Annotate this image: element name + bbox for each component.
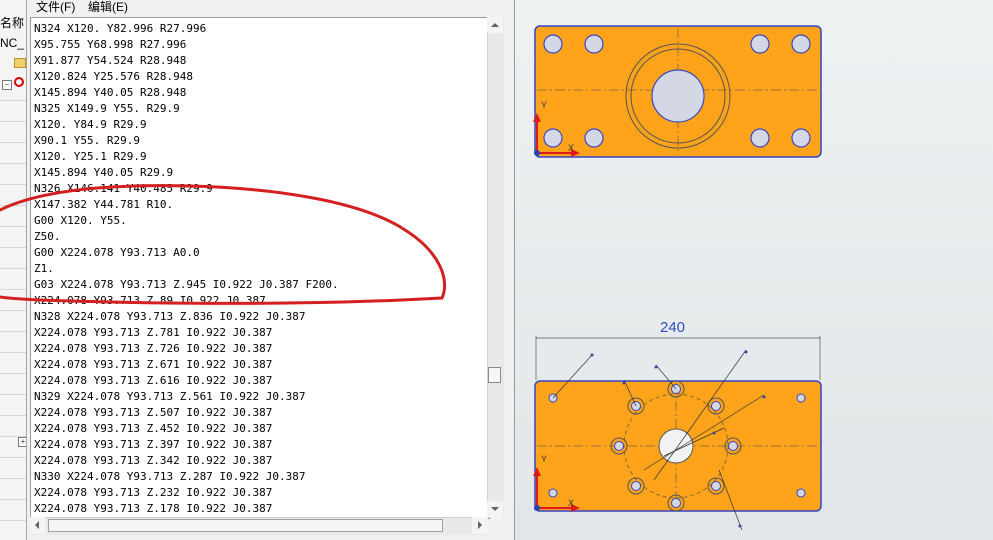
bottom-axis-x-label: X xyxy=(568,498,574,508)
top-axis-x-label: X xyxy=(568,143,574,153)
vertical-scroll-thumb[interactable] xyxy=(488,367,501,383)
folder-icon[interactable] xyxy=(14,58,26,68)
error-icon xyxy=(14,77,24,87)
arrow-up-icon xyxy=(491,23,499,27)
code-line[interactable]: X224.078 Y93.713 Z.781 I0.922 J0.387 xyxy=(34,325,339,341)
leader-marker xyxy=(762,395,766,399)
top-hole xyxy=(584,128,604,148)
cad-drawing: Y X 240 Y X xyxy=(533,25,822,531)
code-line[interactable]: X120.824 Y25.576 R28.948 xyxy=(34,69,339,85)
code-line[interactable]: N330 X224.078 Y93.713 Z.287 I0.922 J0.38… xyxy=(34,469,339,485)
tree-row-divider xyxy=(0,100,26,101)
leader-marker xyxy=(622,381,626,385)
arrow-left-icon xyxy=(35,521,39,529)
corner-hole xyxy=(796,393,806,403)
bottom-part-view[interactable]: 240 Y X xyxy=(533,319,822,531)
scribble-path xyxy=(0,184,447,305)
code-line[interactable]: X120. Y25.1 R29.9 xyxy=(34,149,339,165)
collapse-icon[interactable]: − xyxy=(2,80,12,90)
top-hole xyxy=(750,34,770,54)
bolt-hole xyxy=(671,498,681,508)
tree-row-divider xyxy=(0,394,26,395)
arrow-right-icon xyxy=(478,521,482,529)
leader-marker xyxy=(590,353,594,357)
top-hole xyxy=(543,34,563,54)
code-line[interactable]: X120. Y84.9 R29.9 xyxy=(34,117,339,133)
menu-bar: 文件(F) 编辑(E) xyxy=(27,0,513,14)
code-line[interactable]: X224.078 Y93.713 Z.671 I0.922 J0.387 xyxy=(34,357,339,373)
code-line[interactable]: N329 X224.078 Y93.713 Z.561 I0.922 J0.38… xyxy=(34,389,339,405)
tree-row-divider xyxy=(0,142,26,143)
code-line[interactable]: X224.078 Y93.713 Z.507 I0.922 J0.387 xyxy=(34,405,339,421)
vertical-scrollbar[interactable] xyxy=(487,17,504,517)
code-line[interactable]: X91.877 Y54.524 R28.948 xyxy=(34,53,339,69)
top-origin-icon xyxy=(534,150,540,156)
tree-row-divider xyxy=(0,352,26,353)
menu-edit[interactable]: 编辑(E) xyxy=(88,0,128,15)
scroll-right-button[interactable] xyxy=(472,517,488,534)
menu-file[interactable]: 文件(F) xyxy=(36,0,75,15)
red-annotation-scribble xyxy=(0,184,447,305)
tree-row-divider xyxy=(0,478,26,479)
corner-hole xyxy=(548,488,558,498)
top-hole xyxy=(543,128,563,148)
code-line[interactable]: X224.078 Y93.713 Z.726 I0.922 J0.387 xyxy=(34,341,339,357)
leader-marker xyxy=(738,524,742,528)
tree-row-divider xyxy=(0,415,26,416)
leader-marker xyxy=(654,365,658,369)
bolt-hole xyxy=(711,481,721,491)
leader-marker xyxy=(744,350,748,354)
bolt-hole xyxy=(728,441,738,451)
dimension-240-label[interactable]: 240 xyxy=(660,319,685,336)
tree-row-divider xyxy=(0,499,26,500)
tree-item-nc[interactable]: NC_ xyxy=(0,36,24,50)
code-line[interactable]: X224.078 Y93.713 Z.342 I0.922 J0.387 xyxy=(34,453,339,469)
bottom-axis-y-label: Y xyxy=(541,454,547,464)
horizontal-scroll-thumb[interactable] xyxy=(48,519,443,532)
code-line[interactable]: N325 X149.9 Y55. R29.9 xyxy=(34,101,339,117)
tree-column-header[interactable]: 名称 xyxy=(0,14,24,31)
code-line[interactable]: X145.894 Y40.05 R28.948 xyxy=(34,85,339,101)
top-center-bore xyxy=(651,69,705,123)
scroll-up-button[interactable] xyxy=(487,17,503,33)
tree-row-divider xyxy=(0,121,26,122)
scroll-left-button[interactable] xyxy=(30,517,46,534)
tree-row-divider xyxy=(0,373,26,374)
tree-row-divider xyxy=(0,331,26,332)
code-line[interactable]: X224.078 Y93.713 Z.232 I0.922 J0.387 xyxy=(34,485,339,501)
top-hole xyxy=(791,34,811,54)
code-line[interactable]: X224.078 Y93.713 Z.616 I0.922 J0.387 xyxy=(34,373,339,389)
top-part-view[interactable]: Y X xyxy=(533,25,822,158)
arrow-down-icon xyxy=(491,507,499,511)
top-hole xyxy=(750,128,770,148)
corner-hole xyxy=(796,488,806,498)
bottom-origin-icon xyxy=(534,505,540,511)
code-line[interactable]: X95.755 Y68.998 R27.996 xyxy=(34,37,339,53)
tree-row-divider xyxy=(0,163,26,164)
bottom-center-bore xyxy=(658,428,694,464)
code-line[interactable]: X224.078 Y93.713 Z.397 I0.922 J0.387 xyxy=(34,437,339,453)
leader-marker xyxy=(712,431,716,435)
bolt-hole xyxy=(614,441,624,451)
scroll-down-button[interactable] xyxy=(487,501,503,517)
top-axis-y-label: Y xyxy=(541,100,547,110)
code-line[interactable]: X224.078 Y93.713 Z.178 I0.922 J0.387 xyxy=(34,501,339,517)
bolt-hole xyxy=(631,481,641,491)
code-line[interactable]: N324 X120. Y82.996 R27.996 xyxy=(34,21,339,37)
top-hole xyxy=(584,34,604,54)
tree-row-divider xyxy=(0,520,26,521)
top-hole xyxy=(791,128,811,148)
tree-row-divider xyxy=(0,457,26,458)
code-line[interactable]: X224.078 Y93.713 Z.452 I0.922 J0.387 xyxy=(34,421,339,437)
bolt-hole xyxy=(711,401,721,411)
code-line[interactable]: X90.1 Y55. R29.9 xyxy=(34,133,339,149)
